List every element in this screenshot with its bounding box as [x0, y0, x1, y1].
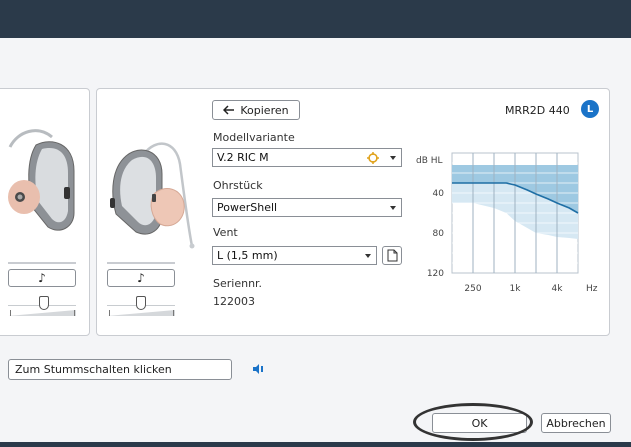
ok-button[interactable]: OK — [432, 413, 527, 433]
model-variant-select[interactable]: V.2 RIC M — [212, 148, 402, 167]
audiogram-svg: dB HL 40 80 120 250 1k 4k Hz — [416, 152, 598, 294]
vent-value: L (1,5 mm) — [217, 249, 278, 262]
ok-button-label: OK — [471, 416, 488, 430]
cancel-button[interactable]: Abbrechen — [541, 413, 611, 433]
bottom-bar — [0, 442, 631, 447]
x-tick-label: 1k — [510, 284, 522, 294]
crosshair-icon — [367, 152, 379, 164]
mute-button-label: Zum Stummschalten klicken — [15, 363, 172, 376]
music-note-icon: ♪ — [137, 271, 145, 285]
left-volume-slider-knob[interactable] — [39, 296, 49, 310]
vent-details-button[interactable] — [382, 246, 402, 265]
x-tick-label: 250 — [464, 284, 481, 294]
copy-button[interactable]: Kopieren — [212, 100, 300, 120]
chevron-down-icon — [390, 206, 396, 210]
x-axis-label: Hz — [586, 284, 598, 294]
left-hearing-aid-image — [8, 129, 75, 231]
y-axis-label: dB HL — [416, 156, 443, 166]
cancel-button-label: Abbrechen — [546, 416, 606, 430]
earpiece-value: PowerShell — [217, 201, 278, 214]
right-slider-topline — [107, 262, 175, 264]
right-music-program-button[interactable]: ♪ — [107, 269, 175, 287]
model-id-label: MRR2D 440 — [505, 104, 570, 117]
serial-label: Seriennr. — [213, 277, 263, 290]
document-icon — [387, 249, 397, 262]
copy-button-label: Kopieren — [240, 103, 289, 117]
mute-button[interactable]: Zum Stummschalten klicken — [8, 359, 232, 380]
model-variant-value: V.2 RIC M — [217, 151, 269, 164]
top-header-bar — [0, 0, 631, 38]
y-tick-label: 40 — [433, 189, 445, 199]
left-volume-slider[interactable] — [8, 296, 76, 316]
side-badge: L — [581, 100, 599, 118]
right-volume-slider-knob[interactable] — [136, 296, 146, 310]
x-tick-label: 4k — [552, 284, 564, 294]
arrow-left-icon — [223, 105, 235, 115]
right-hearing-aid-image — [110, 142, 195, 249]
chevron-down-icon — [390, 156, 396, 160]
earpiece-select[interactable]: PowerShell — [212, 198, 402, 217]
right-volume-slider[interactable] — [107, 296, 175, 316]
y-tick-label: 80 — [433, 229, 445, 239]
vent-label: Vent — [213, 226, 238, 239]
serial-value: 122003 — [213, 295, 255, 308]
left-slider-topline — [8, 262, 76, 264]
chevron-down-icon — [365, 254, 371, 258]
y-tick-label: 120 — [427, 269, 444, 279]
left-music-program-button[interactable]: ♪ — [8, 269, 76, 287]
vent-select[interactable]: L (1,5 mm) — [212, 246, 377, 265]
audiogram-chart: dB HL 40 80 120 250 1k 4k Hz — [408, 147, 598, 297]
model-variant-label: Modellvariante — [213, 131, 295, 144]
music-note-icon: ♪ — [38, 271, 46, 285]
speaker-icon[interactable] — [251, 362, 265, 376]
earpiece-label: Ohrstück — [213, 179, 263, 192]
